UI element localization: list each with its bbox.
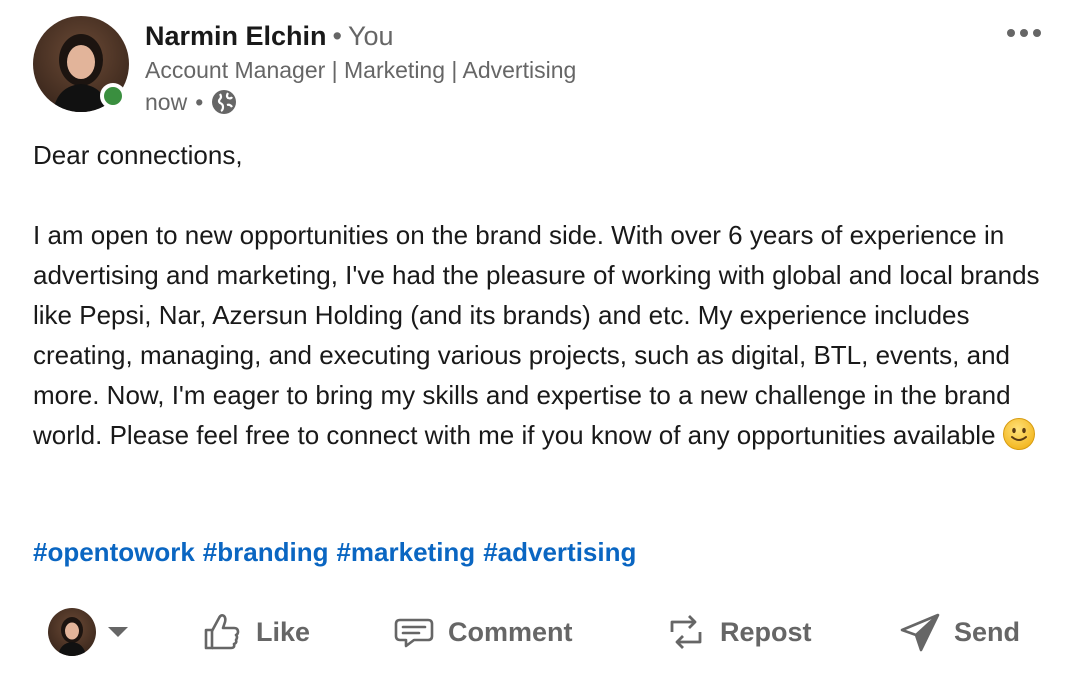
hashtag-link[interactable]: #branding: [203, 537, 329, 567]
smiley-emoji-icon: [1002, 417, 1036, 451]
name-separator: •: [332, 21, 342, 51]
post-action-bar: Like Comment Repost Send: [0, 600, 1074, 670]
post-body: Dear connections, I am open to new oppor…: [33, 135, 1053, 455]
author-avatar-container[interactable]: [33, 16, 129, 112]
ellipsis-icon: [1033, 29, 1041, 37]
online-status-indicator: [100, 83, 126, 109]
globe-icon: [211, 89, 237, 115]
comment-button[interactable]: Comment: [392, 610, 573, 654]
like-label: Like: [256, 616, 311, 647]
repost-label: Repost: [720, 616, 812, 647]
send-label: Send: [954, 616, 1021, 647]
author-line: Narmin Elchin • You: [145, 20, 394, 52]
hashtag-list: #opentowork #branding #marketing #advertisi…: [33, 532, 644, 572]
repost-button[interactable]: Repost: [664, 610, 812, 654]
post-meta: now •: [145, 87, 237, 117]
post-paragraph: I am open to new opportunities on the br…: [33, 220, 1040, 450]
like-button[interactable]: Like: [200, 610, 310, 654]
author-headline: Account Manager | Marketing | Advertisin…: [145, 57, 577, 83]
comment-label: Comment: [448, 616, 573, 647]
thumbs-up-icon: [200, 610, 244, 654]
reactor-switcher-button[interactable]: [48, 608, 128, 656]
post-timestamp: now: [145, 89, 188, 115]
feed-post: Narmin Elchin • You Account Manager | Mark…: [0, 0, 1074, 684]
ellipsis-icon: [1007, 29, 1015, 37]
comment-icon: [392, 610, 436, 654]
send-icon: [898, 610, 942, 654]
repost-icon: [664, 610, 708, 654]
author-name[interactable]: Narmin Elchin: [145, 21, 327, 51]
chevron-down-icon: [108, 627, 128, 637]
reactor-avatar: [48, 608, 96, 656]
relation-label: You: [348, 21, 394, 51]
ellipsis-icon: [1020, 29, 1028, 37]
meta-separator: •: [195, 89, 204, 115]
hashtag-link[interactable]: #marketing: [336, 537, 475, 567]
hashtag-link[interactable]: #opentowork: [33, 537, 195, 567]
post-paragraph-wrapper: I am open to new opportunities on the br…: [33, 215, 1053, 455]
post-greeting: Dear connections,: [33, 140, 243, 170]
hashtag-link[interactable]: #advertising: [483, 537, 636, 567]
more-options-button[interactable]: [999, 20, 1049, 46]
send-button[interactable]: Send: [898, 610, 1020, 654]
